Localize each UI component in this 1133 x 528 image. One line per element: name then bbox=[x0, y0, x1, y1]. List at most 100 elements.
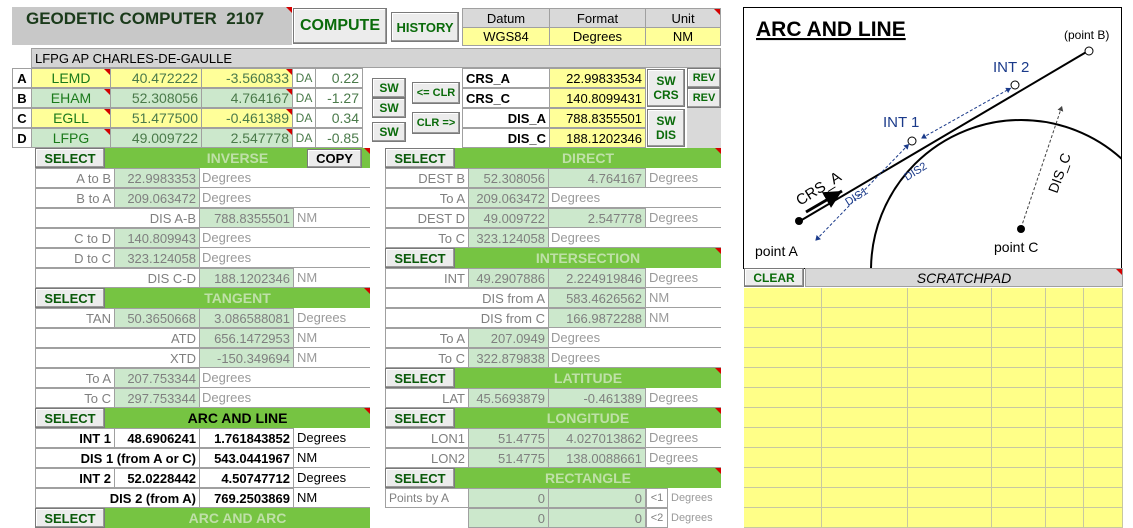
point-lat[interactable]: 52.308056 bbox=[110, 88, 202, 108]
scratch-cell[interactable] bbox=[1084, 288, 1123, 308]
point-code[interactable]: LFPG bbox=[31, 128, 111, 148]
point-lat[interactable]: 49.009722 bbox=[110, 128, 202, 148]
select-button[interactable]: SELECT bbox=[385, 408, 455, 428]
scratch-cell[interactable] bbox=[744, 388, 822, 408]
swap-dis-button[interactable]: SW DIS bbox=[647, 109, 685, 147]
scratch-cell[interactable] bbox=[992, 388, 1046, 408]
scratch-cell[interactable] bbox=[1046, 448, 1084, 468]
scratch-cell[interactable] bbox=[992, 448, 1046, 468]
scratch-cell[interactable] bbox=[1084, 388, 1123, 408]
point-code[interactable]: EHAM bbox=[31, 88, 111, 108]
scratch-cell[interactable] bbox=[1084, 428, 1123, 448]
scratch-cell[interactable] bbox=[822, 508, 908, 528]
point-da-value[interactable]: -0.85 bbox=[315, 128, 363, 148]
format-value[interactable]: Degrees bbox=[549, 27, 646, 46]
scratch-cell[interactable] bbox=[992, 328, 1046, 348]
scratch-cell[interactable] bbox=[822, 468, 908, 488]
scratch-cell[interactable] bbox=[908, 368, 992, 388]
datum-value[interactable]: WGS84 bbox=[462, 27, 550, 46]
select-button[interactable]: SELECT bbox=[35, 148, 105, 168]
scratch-cell[interactable] bbox=[744, 508, 822, 528]
scratch-cell[interactable] bbox=[744, 368, 822, 388]
scratch-cell[interactable] bbox=[1046, 368, 1084, 388]
scratch-cell[interactable] bbox=[744, 328, 822, 348]
scratch-cell[interactable] bbox=[1084, 328, 1123, 348]
scratch-cell[interactable] bbox=[1046, 328, 1084, 348]
scratch-cell[interactable] bbox=[1046, 488, 1084, 508]
reverse-c-button[interactable]: REV bbox=[687, 88, 721, 108]
select-button[interactable]: SELECT bbox=[35, 288, 105, 308]
scratch-cell[interactable] bbox=[744, 468, 822, 488]
scratch-cell[interactable] bbox=[992, 468, 1046, 488]
history-button[interactable]: HISTORY bbox=[391, 12, 459, 42]
scratch-cell[interactable] bbox=[822, 308, 908, 328]
clear-left-button[interactable]: <= CLR bbox=[412, 82, 460, 104]
select-button[interactable]: SELECT bbox=[35, 408, 105, 428]
scratch-cell[interactable] bbox=[1046, 428, 1084, 448]
scratch-cell[interactable] bbox=[744, 348, 822, 368]
scratch-cell[interactable] bbox=[908, 328, 992, 348]
scratch-cell[interactable] bbox=[1084, 348, 1123, 368]
select-button[interactable]: SELECT bbox=[385, 368, 455, 388]
scratch-cell[interactable] bbox=[744, 488, 822, 508]
scratch-cell[interactable] bbox=[1046, 388, 1084, 408]
point-lon[interactable]: -0.461389 bbox=[201, 108, 293, 128]
copy-button[interactable]: COPY bbox=[307, 149, 362, 168]
select-button[interactable]: SELECT bbox=[385, 148, 455, 168]
scratch-cell[interactable] bbox=[1046, 348, 1084, 368]
select-button[interactable]: SELECT bbox=[385, 248, 455, 268]
scratch-cell[interactable] bbox=[1084, 468, 1123, 488]
clear-scratchpad-button[interactable]: CLEAR bbox=[744, 268, 804, 287]
clear-right-button[interactable]: CLR => bbox=[412, 112, 460, 134]
scratch-cell[interactable] bbox=[908, 468, 992, 488]
scratch-cell[interactable] bbox=[822, 408, 908, 428]
scratch-cell[interactable] bbox=[1046, 288, 1084, 308]
point-da-value[interactable]: 0.34 bbox=[315, 108, 363, 128]
scratch-cell[interactable] bbox=[1084, 488, 1123, 508]
scratch-cell[interactable] bbox=[822, 368, 908, 388]
scratch-cell[interactable] bbox=[1046, 468, 1084, 488]
scratch-cell[interactable] bbox=[992, 348, 1046, 368]
point-lon[interactable]: 2.547778 bbox=[201, 128, 293, 148]
scratch-cell[interactable] bbox=[744, 308, 822, 328]
scratch-cell[interactable] bbox=[908, 428, 992, 448]
point-lat[interactable]: 51.477500 bbox=[110, 108, 202, 128]
scratch-cell[interactable] bbox=[1084, 408, 1123, 428]
scratch-cell[interactable] bbox=[744, 408, 822, 428]
scratch-cell[interactable] bbox=[1084, 448, 1123, 468]
scratch-cell[interactable] bbox=[992, 488, 1046, 508]
scratch-cell[interactable] bbox=[908, 488, 992, 508]
swap-cd-button[interactable]: SW bbox=[372, 122, 406, 142]
scratch-cell[interactable] bbox=[744, 288, 822, 308]
scratch-cell[interactable] bbox=[744, 448, 822, 468]
scratch-cell[interactable] bbox=[992, 508, 1046, 528]
select-button[interactable]: SELECT bbox=[385, 468, 455, 488]
swap-crs-button[interactable]: SW CRS bbox=[647, 69, 685, 107]
scratch-cell[interactable] bbox=[1084, 368, 1123, 388]
point-da-value[interactable]: -1.27 bbox=[315, 88, 363, 108]
scratch-cell[interactable] bbox=[1046, 408, 1084, 428]
scratch-cell[interactable] bbox=[1084, 308, 1123, 328]
point-da-value[interactable]: 0.22 bbox=[315, 68, 363, 88]
scratch-cell[interactable] bbox=[908, 348, 992, 368]
scratch-cell[interactable] bbox=[822, 428, 908, 448]
scratch-cell[interactable] bbox=[822, 488, 908, 508]
point-code[interactable]: LEMD bbox=[31, 68, 111, 88]
scratch-cell[interactable] bbox=[822, 448, 908, 468]
point-code[interactable]: EGLL bbox=[31, 108, 111, 128]
scratch-cell[interactable] bbox=[992, 308, 1046, 328]
point-lat[interactable]: 40.472222 bbox=[110, 68, 202, 88]
scratch-cell[interactable] bbox=[822, 328, 908, 348]
scratch-cell[interactable] bbox=[1084, 508, 1123, 528]
scratch-cell[interactable] bbox=[908, 388, 992, 408]
scratch-cell[interactable] bbox=[908, 448, 992, 468]
point-lon[interactable]: 4.764167 bbox=[201, 88, 293, 108]
compute-button[interactable]: COMPUTE bbox=[293, 8, 387, 44]
unit-value[interactable]: NM bbox=[645, 27, 721, 46]
scratch-cell[interactable] bbox=[1046, 508, 1084, 528]
scratch-cell[interactable] bbox=[992, 408, 1046, 428]
point-lon[interactable]: -3.560833 bbox=[201, 68, 293, 88]
scratch-cell[interactable] bbox=[744, 428, 822, 448]
scratch-cell[interactable] bbox=[822, 348, 908, 368]
scratch-cell[interactable] bbox=[908, 288, 992, 308]
